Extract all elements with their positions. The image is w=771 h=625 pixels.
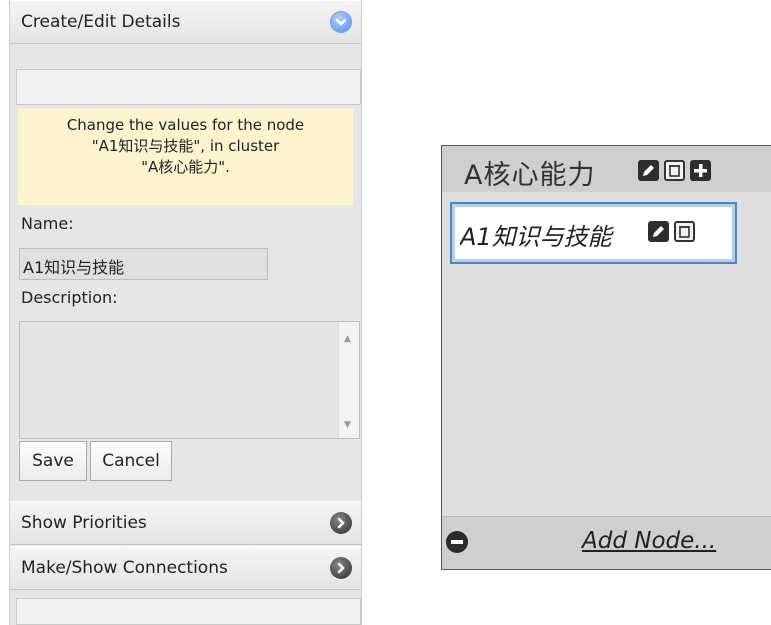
description-field[interactable]: ▲ ▼ bbox=[19, 321, 360, 439]
cluster-card: A核心能力 A1知识与技能 Add Node... bbox=[441, 145, 771, 570]
info-line: Change the values for the node bbox=[66, 116, 305, 134]
info-line: "A核心能力". bbox=[141, 158, 230, 176]
add-node-link[interactable]: Add Node... bbox=[582, 528, 716, 554]
create-edit-details-header[interactable]: Create/Edit Details bbox=[10, 0, 361, 44]
make-show-connections-header[interactable]: Make/Show Connections bbox=[10, 546, 361, 590]
cancel-button[interactable]: Cancel bbox=[90, 441, 172, 481]
node-item[interactable]: A1知识与技能 bbox=[450, 202, 737, 264]
plus-icon[interactable] bbox=[690, 160, 711, 181]
blank-strip bbox=[16, 69, 361, 105]
chevron-right-icon[interactable] bbox=[330, 512, 352, 534]
pencil-icon[interactable] bbox=[638, 160, 659, 181]
show-priorities-label: Show Priorities bbox=[21, 513, 147, 533]
scroll-up-icon[interactable]: ▲ bbox=[344, 334, 351, 344]
details-sidebar: Create/Edit Details Change the values fo… bbox=[9, 0, 362, 625]
chevron-down-icon[interactable] bbox=[330, 11, 352, 33]
create-edit-details-label: Create/Edit Details bbox=[21, 12, 181, 32]
description-scrollbar[interactable]: ▲ ▼ bbox=[338, 322, 359, 438]
pencil-icon[interactable] bbox=[648, 221, 669, 242]
name-label: Name: bbox=[21, 214, 74, 233]
save-button[interactable]: Save bbox=[19, 441, 87, 481]
node-label: A1知识与技能 bbox=[460, 223, 612, 251]
blank-strip-bottom bbox=[16, 598, 361, 625]
trash-icon[interactable] bbox=[664, 160, 685, 181]
cluster-title: A核心能力 bbox=[464, 160, 596, 191]
make-show-connections-label: Make/Show Connections bbox=[21, 558, 228, 578]
info-message: Change the values for the node "A1知识与技能"… bbox=[18, 108, 353, 205]
info-line: "A1知识与技能", in cluster bbox=[91, 137, 280, 155]
description-label: Description: bbox=[21, 288, 118, 307]
cluster-header: A核心能力 bbox=[442, 146, 771, 192]
cluster-footer: Add Node... bbox=[442, 516, 771, 569]
minus-circle-icon[interactable] bbox=[446, 531, 468, 553]
name-field[interactable]: A1知识与技能 bbox=[19, 248, 268, 280]
chevron-right-icon[interactable] bbox=[330, 557, 352, 579]
show-priorities-header[interactable]: Show Priorities bbox=[10, 501, 361, 545]
scroll-down-icon[interactable]: ▼ bbox=[344, 420, 351, 430]
trash-icon[interactable] bbox=[674, 221, 695, 242]
